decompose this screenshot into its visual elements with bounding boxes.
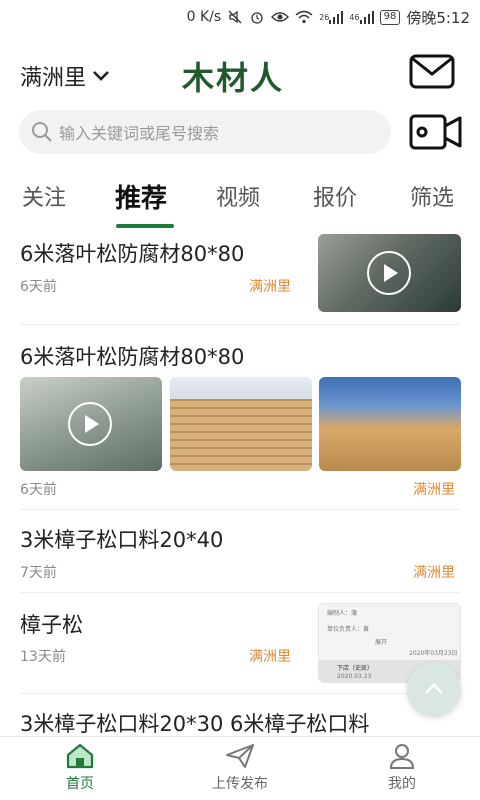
wifi-icon <box>295 10 313 24</box>
battery-icon: 98 <box>379 9 401 25</box>
nav-profile[interactable]: 我的 <box>352 743 452 793</box>
search-icon <box>32 122 52 142</box>
eye-icon <box>271 10 290 24</box>
chevron-down-icon <box>93 71 109 81</box>
video-thumbnail[interactable] <box>20 377 162 471</box>
item-time: 6天前 <box>20 482 57 498</box>
tab-filter[interactable]: 筛选 <box>410 180 454 212</box>
nav-upload-label: 上传发布 <box>212 776 268 792</box>
item-title: 6米落叶松防腐材80*80 <box>20 242 245 266</box>
item-title: 樟子松 <box>20 613 83 637</box>
list-item[interactable]: 3米樟子松口料20*30 6米樟子松口料 <box>0 694 480 736</box>
item-time: 7天前 <box>20 565 57 581</box>
city-selector[interactable]: 满洲里 <box>20 60 110 92</box>
mute-icon <box>227 9 243 25</box>
tab-recommend[interactable]: 推荐 <box>115 178 167 215</box>
tab-quote[interactable]: 报价 <box>313 180 357 212</box>
doc-line: 编制人：蒲 <box>327 610 358 617</box>
item-time: 6天前 <box>20 279 57 295</box>
play-icon <box>367 251 411 295</box>
doc-shop: 下店（史凯） <box>337 665 374 672</box>
signal-icon-2: 46 <box>349 10 374 24</box>
mail-button[interactable] <box>409 54 455 90</box>
item-location: 满洲里 <box>249 279 291 295</box>
play-icon <box>68 402 112 446</box>
bottom-nav: 首页 上传发布 我的 <box>0 736 480 800</box>
search-row: 输入关键词或尾号搜索 <box>0 108 480 156</box>
nav-upload[interactable]: 上传发布 <box>190 743 290 793</box>
category-tabs: 关注 推荐 视频 报价 筛选 <box>0 170 480 228</box>
doc-line: 展开 <box>375 639 388 646</box>
list-item[interactable]: 3米樟子松口料20*40 7天前 满洲里 <box>0 510 480 592</box>
search-placeholder: 输入关键词或尾号搜索 <box>59 124 220 143</box>
nav-profile-label: 我的 <box>388 776 416 792</box>
alarm-icon <box>249 9 265 25</box>
tab-video[interactable]: 视频 <box>216 180 260 212</box>
tab-follow[interactable]: 关注 <box>22 180 66 212</box>
user-icon <box>389 744 415 769</box>
mail-icon <box>409 54 455 89</box>
item-location: 满洲里 <box>413 565 455 581</box>
city-label: 满洲里 <box>20 66 87 91</box>
photo-thumbnail[interactable] <box>319 377 461 471</box>
nav-home-label: 首页 <box>66 776 94 792</box>
item-title: 3米樟子松口料20*40 <box>20 528 224 552</box>
list-item[interactable]: 6米落叶松防腐材80*80 6天前 满洲里 <box>0 325 480 509</box>
network-speed: 0 K/s <box>186 9 222 25</box>
video-button[interactable] <box>409 112 463 152</box>
signal-icon-1: 26 <box>319 10 344 24</box>
app-header: 满洲里 木材人 <box>0 40 480 104</box>
photo-thumbnail[interactable] <box>170 377 312 471</box>
home-icon <box>66 743 94 769</box>
list-item[interactable]: 6米落叶松防腐材80*80 6天前 满洲里 <box>0 228 480 324</box>
clock: 傍晚5:12 <box>406 8 470 27</box>
item-time: 13天前 <box>20 649 66 665</box>
doc-line: 单位负责人：黄 <box>327 626 370 633</box>
item-location: 满洲里 <box>249 649 291 665</box>
doc-date: 2020年03月23日 <box>409 650 458 657</box>
search-input[interactable]: 输入关键词或尾号搜索 <box>19 110 391 154</box>
item-title: 3米樟子松口料20*30 6米樟子松口料 <box>20 712 370 736</box>
status-bar: 0 K/s 26 46 98 傍晚5:12 <box>0 0 480 34</box>
scroll-to-top-button[interactable] <box>407 662 461 716</box>
video-thumbnail[interactable] <box>318 234 461 312</box>
send-icon <box>226 744 254 768</box>
nav-home[interactable]: 首页 <box>30 743 130 793</box>
doc-date2: 2020.03.23 <box>337 673 372 680</box>
feed-list[interactable]: 6米落叶松防腐材80*80 6天前 满洲里 6米落叶松防腐材80*80 6天前 … <box>0 228 480 736</box>
video-camera-icon <box>409 114 462 150</box>
item-title: 6米落叶松防腐材80*80 <box>20 345 245 369</box>
app-logo: 木材人 <box>182 59 285 97</box>
item-location: 满洲里 <box>413 482 455 498</box>
chevron-up-icon <box>425 683 443 694</box>
sky <box>170 377 312 399</box>
